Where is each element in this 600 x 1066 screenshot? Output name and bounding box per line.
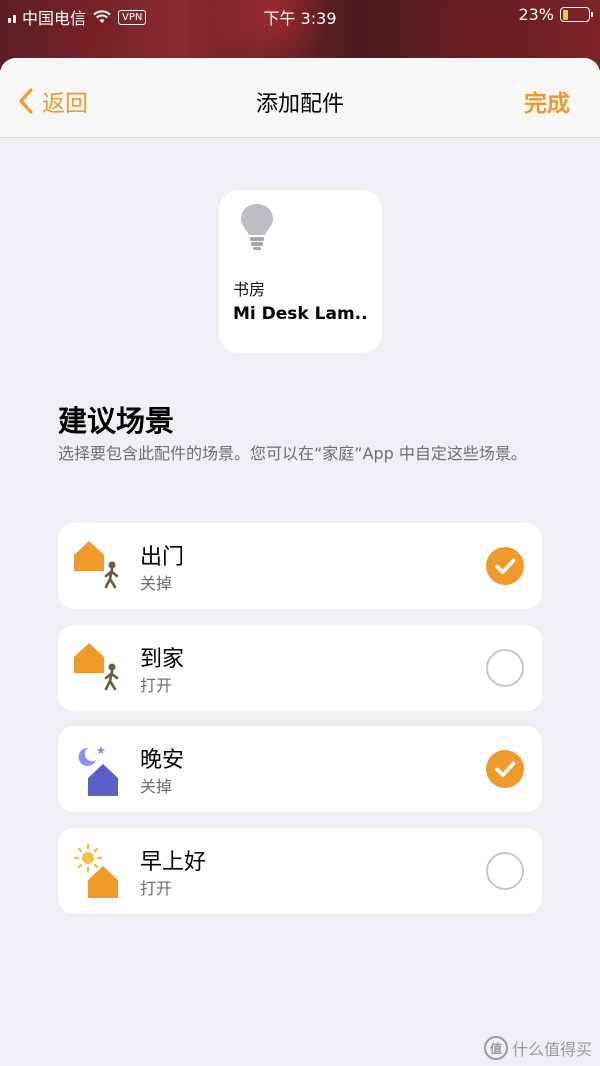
add-accessory-sheet: 返回 添加配件 完成 书房 Mi Desk Lam... 建议场景 选择要包含此… [0, 58, 600, 1066]
suggested-scenes-description: 选择要包含此配件的场景。您可以在“家庭”App 中自定这些场景。 [58, 444, 527, 463]
good-night-icon [78, 746, 118, 796]
scene-name: 到家 [140, 647, 185, 672]
watermark-badge: 值 [483, 1036, 508, 1060]
status-time: 下午 3:39 [263, 9, 337, 28]
lightbulb-icon [241, 204, 273, 250]
status-bar: 中国电信 VPN 下午 3:39 23% [0, 0, 600, 30]
battery-percent: 23% [518, 5, 554, 24]
checkmark-icon [495, 761, 516, 777]
accessory-room: 书房 [233, 280, 266, 299]
scene-state: 关掉 [140, 574, 173, 593]
scene-state: 打开 [140, 676, 173, 695]
scene-checkbox-checked[interactable] [486, 750, 524, 788]
watermark-text: 什么值得买 [511, 1040, 592, 1059]
suggested-scenes-heading: 建议场景 [58, 404, 175, 438]
battery-icon [560, 7, 593, 22]
leave-home-icon [74, 541, 119, 589]
checkmark-icon [495, 558, 516, 574]
scene-state: 关掉 [140, 777, 173, 796]
scene-name: 晚安 [140, 748, 185, 773]
scene-row-good-morning[interactable]: 早上好 打开 [58, 828, 542, 914]
scene-state: 打开 [140, 879, 173, 898]
scene-name: 早上好 [140, 850, 207, 875]
scene-row-good-night[interactable]: 晚安 关掉 [58, 726, 542, 812]
scene-name: 出门 [140, 545, 185, 570]
scene-row-leave-home[interactable]: 出门 关掉 [58, 523, 542, 609]
scene-checkbox-checked[interactable] [486, 547, 524, 585]
watermark: 值 什么值得买 [483, 1036, 592, 1060]
arrive-home-icon [74, 643, 119, 691]
navigation-bar: 返回 添加配件 完成 [0, 58, 600, 138]
scene-checkbox-unchecked[interactable] [486, 649, 524, 687]
accessory-name: Mi Desk Lam... [233, 304, 368, 324]
scene-checkbox-unchecked[interactable] [486, 852, 524, 890]
scene-row-arrive-home[interactable]: 到家 打开 [58, 625, 542, 711]
page-title: 添加配件 [255, 92, 344, 117]
accessory-tile[interactable]: 书房 Mi Desk Lam... [219, 190, 382, 353]
good-morning-icon [73, 843, 118, 898]
done-button[interactable]: 完成 [524, 84, 570, 118]
